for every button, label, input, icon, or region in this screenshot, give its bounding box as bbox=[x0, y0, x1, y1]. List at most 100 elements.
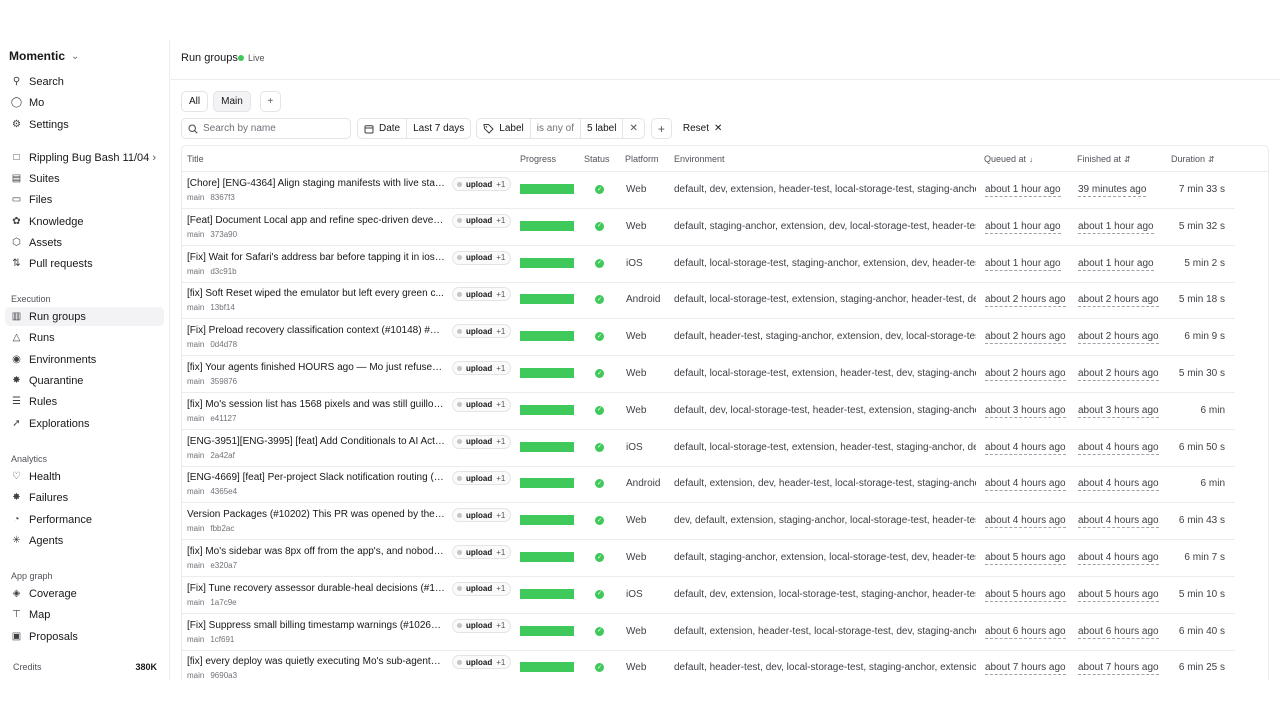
sidebar-item-run-groups[interactable]: ▥ Run groups bbox=[5, 307, 164, 326]
label-badge[interactable]: upload +1 bbox=[452, 655, 512, 670]
run-title[interactable]: [fix] Your agents finished HOURS ago — M… bbox=[187, 362, 445, 373]
run-title[interactable]: [Fix] Suppress small billing timestamp w… bbox=[187, 620, 445, 631]
sidebar-item-mo[interactable]: ◯ Mo bbox=[5, 93, 164, 112]
add-filter-button[interactable]: + bbox=[650, 118, 672, 139]
label-filter-value[interactable]: 5 label bbox=[581, 119, 624, 138]
label-badge[interactable]: upload +1 bbox=[452, 508, 512, 523]
progress-fill bbox=[520, 552, 574, 562]
sidebar-item-runs[interactable]: △ Runs bbox=[5, 328, 164, 347]
sidebar-item-rippling-bug-bash-11-04[interactable]: □ Rippling Bug Bash 11/04 › bbox=[5, 148, 164, 167]
run-title[interactable]: [fix] Mo's sidebar was 8px off from the … bbox=[187, 546, 445, 557]
run-commit-hash: fbb2ac bbox=[210, 524, 235, 534]
table-row[interactable]: Version Packages (#10202) This PR was op… bbox=[182, 503, 1235, 541]
sidebar-item-failures[interactable]: ✸ Failures bbox=[5, 488, 164, 507]
run-title[interactable]: [fix] every deploy was quietly executing… bbox=[187, 656, 445, 667]
label-filter-operator[interactable]: is any of bbox=[531, 119, 581, 138]
sidebar-item-quarantine[interactable]: ✸ Quarantine bbox=[5, 371, 164, 390]
workspace-switcher[interactable]: Momentic ⌄ bbox=[9, 49, 79, 63]
date-filter[interactable]: Date Last 7 days bbox=[357, 118, 472, 139]
table-row[interactable]: [ENG-3951][ENG-3995] [feat] Add Conditio… bbox=[182, 430, 1235, 467]
sidebar-item-proposals[interactable]: ▣ Proposals bbox=[5, 627, 164, 646]
run-title[interactable]: [fix] Soft Reset wiped the emulator but … bbox=[187, 288, 445, 299]
run-title[interactable]: [Fix] Preload recovery classification co… bbox=[187, 325, 445, 336]
table-row[interactable]: [Fix] Wait for Safari's address bar befo… bbox=[182, 246, 1235, 283]
table-row[interactable]: [fix] Mo's sidebar was 8px off from the … bbox=[182, 540, 1235, 577]
run-duration: 6 min bbox=[1200, 404, 1225, 416]
label-badge[interactable]: upload +1 bbox=[452, 324, 512, 339]
sidebar-item-agents[interactable]: ✳ Agents bbox=[5, 531, 164, 550]
search-input[interactable]: Search by name bbox=[181, 118, 351, 139]
label-badge[interactable]: upload +1 bbox=[452, 250, 512, 265]
run-platform: Web bbox=[626, 515, 647, 527]
sidebar-item-health[interactable]: ♡ Health bbox=[5, 467, 164, 486]
run-branch: main bbox=[187, 450, 205, 460]
sidebar-item-explorations[interactable]: ➚ Explorations bbox=[5, 414, 164, 433]
table-row[interactable]: [fix] Soft Reset wiped the emulator but … bbox=[182, 282, 1235, 320]
table-row[interactable]: [Feat] Document Local app and refine spe… bbox=[182, 209, 1235, 246]
table-row[interactable]: [fix] Mo's session list has 1568 pixels … bbox=[182, 393, 1235, 430]
label-badge-count: +1 bbox=[496, 473, 506, 483]
sidebar-item-performance[interactable]: ◔ Performance bbox=[5, 510, 164, 529]
sidebar-item-pull-requests[interactable]: ⇅ Pull requests bbox=[5, 254, 164, 273]
table-row[interactable]: [ENG-4669] [feat] Per-project Slack noti… bbox=[182, 466, 1235, 504]
run-title[interactable]: [fix] Mo's session list has 1568 pixels … bbox=[187, 399, 445, 410]
run-environments: default, extension, dev, header-test, lo… bbox=[674, 478, 976, 490]
label-badge[interactable]: upload +1 bbox=[452, 177, 512, 191]
run-title[interactable]: [ENG-3951][ENG-3995] [feat] Add Conditio… bbox=[187, 436, 445, 447]
run-title[interactable]: [ENG-4669] [feat] Per-project Slack noti… bbox=[187, 472, 445, 483]
sidebar-item-coverage[interactable]: ◈ Coverage bbox=[5, 584, 164, 603]
label-badge[interactable]: upload +1 bbox=[452, 618, 512, 633]
run-title[interactable]: [Fix] Tune recovery assessor durable-hea… bbox=[187, 583, 445, 594]
table-row[interactable]: [Chore] [ENG-4364] Align staging manifes… bbox=[182, 172, 1235, 209]
tab-all[interactable]: All bbox=[181, 91, 209, 112]
label-badge[interactable]: upload +1 bbox=[452, 434, 512, 449]
sidebar-item-label: Failures bbox=[29, 491, 69, 504]
label-badge[interactable]: upload +1 bbox=[452, 361, 512, 375]
sidebar-item-knowledge[interactable]: ✿ Knowledge bbox=[5, 212, 164, 231]
remove-filter-button[interactable]: ✕ bbox=[623, 119, 643, 138]
table-row[interactable]: [Fix] Preload recovery classification co… bbox=[182, 319, 1235, 357]
label-filter-field[interactable]: Label bbox=[477, 119, 531, 138]
run-branch: main bbox=[187, 413, 205, 423]
add-tab-button[interactable]: + bbox=[259, 91, 281, 112]
label-badge-count: +1 bbox=[496, 253, 506, 263]
run-queued-at: about 3 hours ago bbox=[985, 404, 1066, 418]
table-row[interactable]: [fix] every deploy was quietly executing… bbox=[182, 650, 1235, 680]
date-filter-field[interactable]: Date bbox=[358, 119, 408, 138]
sidebar-item-map[interactable]: ⊤ Map bbox=[5, 605, 164, 624]
column-finished[interactable]: Finished at ⇵ bbox=[1077, 154, 1131, 164]
tab-main[interactable]: Main bbox=[213, 91, 251, 112]
run-title[interactable]: [Chore] [ENG-4364] Align staging manifes… bbox=[187, 178, 445, 189]
sidebar-item-rules[interactable]: ☰ Rules bbox=[5, 392, 164, 411]
sidebar-item-search[interactable]: ⚲ Search bbox=[5, 72, 164, 91]
sidebar-item-settings[interactable]: ⚙ Settings bbox=[5, 115, 164, 134]
label-dot-icon bbox=[457, 328, 462, 334]
table-row[interactable]: [Fix] Suppress small billing timestamp w… bbox=[182, 614, 1235, 651]
sidebar-item-files[interactable]: ▭ Files bbox=[5, 190, 164, 209]
reset-filters-button[interactable]: Reset ✕ bbox=[683, 123, 723, 134]
plus-icon: + bbox=[267, 96, 274, 107]
label-badge[interactable]: upload +1 bbox=[452, 213, 512, 228]
status-success-icon: ✓ bbox=[595, 185, 604, 194]
label-badge[interactable]: upload +1 bbox=[452, 287, 512, 302]
sidebar-item-suites[interactable]: ▤ Suites bbox=[5, 169, 164, 188]
run-title[interactable]: Version Packages (#10202) This PR was op… bbox=[187, 509, 445, 520]
column-queued[interactable]: Queued at ↓ bbox=[984, 154, 1033, 164]
run-platform: Web bbox=[626, 662, 647, 674]
sidebar-item-environments[interactable]: ◉ Environments bbox=[5, 350, 164, 369]
date-filter-value[interactable]: Last 7 days bbox=[407, 119, 470, 138]
sidebar-item-assets[interactable]: ⬡ Assets bbox=[5, 233, 164, 252]
table-row[interactable]: [fix] Your agents finished HOURS ago — M… bbox=[182, 356, 1235, 393]
column-duration[interactable]: Duration ⇵ bbox=[1171, 154, 1215, 164]
label-badge-count: +1 bbox=[496, 510, 506, 520]
label-badge[interactable]: upload +1 bbox=[452, 545, 512, 559]
table-row[interactable]: [Fix] Tune recovery assessor durable-hea… bbox=[182, 577, 1235, 614]
label-filter[interactable]: Label is any of 5 label ✕ bbox=[476, 118, 645, 139]
book-icon: ▤ bbox=[11, 172, 22, 184]
label-badge[interactable]: upload +1 bbox=[452, 397, 512, 412]
run-title[interactable]: [Feat] Document Local app and refine spe… bbox=[187, 215, 445, 226]
run-meta: main 1a7c9e bbox=[187, 598, 237, 607]
run-title[interactable]: [Fix] Wait for Safari's address bar befo… bbox=[187, 252, 445, 263]
label-badge[interactable]: upload +1 bbox=[452, 471, 512, 486]
label-badge[interactable]: upload +1 bbox=[452, 581, 512, 596]
